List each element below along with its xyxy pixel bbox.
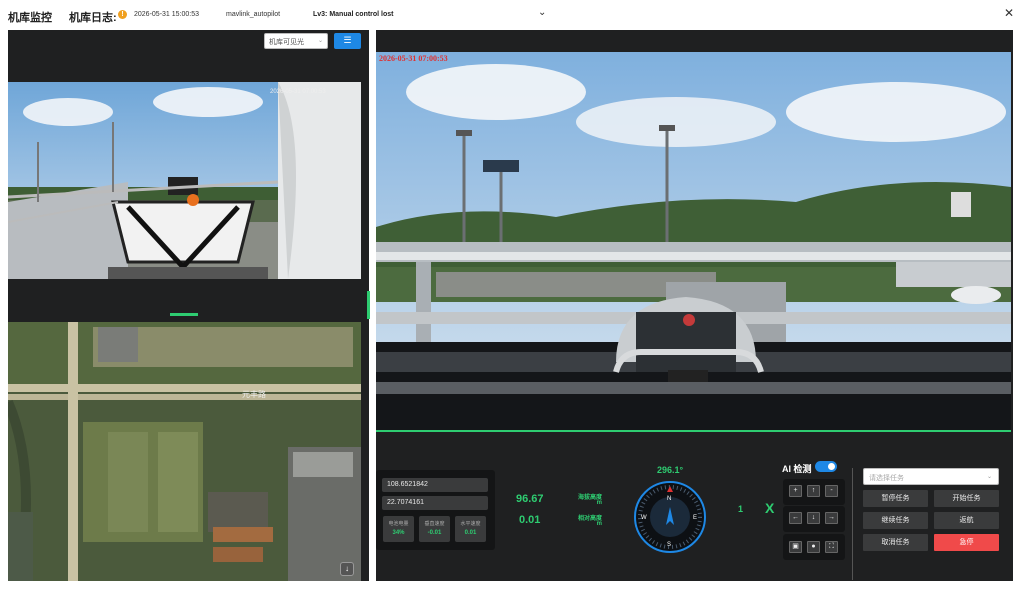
task-select-placeholder: 请选择任务 — [869, 475, 904, 482]
altitude-rel-value: 0.01 — [519, 514, 541, 526]
hangar-camera-view[interactable] — [8, 82, 361, 279]
top-bar: 机库监控 机库日志: ! 2026-05-31 15:00:53 mavlink… — [0, 0, 1024, 30]
hangar-camera-image — [8, 82, 361, 279]
altitude-sea-unit: m — [596, 500, 602, 506]
altitude-rel-unit: m — [596, 521, 602, 527]
svg-text:E: E — [693, 515, 697, 521]
battery-value: 34% — [392, 530, 405, 536]
warning-icon: ! — [118, 10, 127, 19]
log-source: mavlink_autopilot — [226, 11, 281, 18]
locate-icon: ↓ — [345, 564, 349, 573]
task-select[interactable]: 请选择任务 ⌄ — [863, 468, 999, 485]
horizontal-speed-stat: 水平速度 0.01 — [455, 516, 486, 542]
svg-text:W: W — [641, 515, 647, 521]
svg-text:N: N — [667, 496, 671, 502]
drone-camera-divider — [376, 430, 1011, 432]
camera-source-value: 机库可见光 — [269, 39, 304, 46]
compass-icon: N E S W — [634, 481, 706, 553]
vertical-speed-value: -0.01 — [427, 530, 442, 536]
page-title: 机库监控 — [8, 12, 52, 24]
map-image: 元丰路 — [8, 322, 361, 581]
svg-text:S: S — [667, 542, 671, 548]
map-locate-button[interactable]: ↓ — [340, 562, 354, 576]
drone-camera-image — [376, 52, 1011, 431]
pager-indicator[interactable] — [170, 313, 198, 316]
chevron-down-icon: ⌄ — [986, 474, 992, 480]
cancel-task-button[interactable]: 取消任务 — [863, 534, 928, 551]
gimbal-right-button[interactable]: → — [825, 512, 838, 524]
log-message: Lv3: Manual control lost — [313, 11, 394, 18]
gimbal-down-button[interactable]: ↓ — [807, 512, 820, 524]
satellite-map[interactable]: 元丰路 — [8, 322, 361, 581]
horizontal-speed-value: 0.01 — [464, 530, 477, 536]
camera-icon[interactable]: ▣ — [789, 541, 802, 553]
drone-camera-timestamp: 2026-05-31 07:00:53 — [379, 54, 448, 63]
log-time: 2026-05-31 15:00:53 — [134, 11, 199, 18]
fullscreen-icon[interactable]: ⛶ — [825, 541, 838, 553]
heading-readout: 296.1° — [657, 465, 684, 475]
vertical-speed-label: 垂直速度 — [424, 521, 445, 527]
chevron-down-icon: ⌄ — [317, 38, 323, 44]
altitude-sea-value: 96.67 — [516, 493, 544, 505]
chevron-down-icon[interactable]: ⌄ — [538, 7, 546, 18]
zoom-out-button[interactable]: - — [825, 485, 838, 497]
ai-detection-label: AI 检测 — [782, 464, 812, 474]
panel-resize-handle[interactable] — [367, 291, 370, 319]
controls-divider — [852, 468, 853, 580]
horizontal-speed-label: 水平速度 — [460, 521, 481, 527]
vertical-speed-stat: 垂直速度 -0.01 — [419, 516, 450, 542]
start-task-button[interactable]: 开始任务 — [934, 490, 999, 507]
longitude-field: 108.6521842 — [382, 478, 488, 492]
battery-label: 电池电量 — [388, 521, 409, 527]
ai-detection-toggle[interactable] — [815, 461, 837, 472]
menu-button[interactable]: ☰ — [334, 33, 361, 49]
hangar-camera-timestamp: 2026-05-31 07:00:53 — [270, 89, 326, 95]
gimbal-up-button[interactable]: ↑ — [807, 485, 820, 497]
latitude-field: 22.7074161 — [382, 496, 488, 510]
return-home-button[interactable]: 返航 — [934, 512, 999, 529]
mode-value: 1 — [738, 504, 744, 514]
camera-source-select[interactable]: 机库可见光 ⌄ — [264, 33, 328, 49]
resume-task-button[interactable]: 继续任务 — [863, 512, 928, 529]
drone-camera-view[interactable] — [376, 52, 1011, 431]
gimbal-left-button[interactable]: ← — [789, 512, 802, 524]
menu-icon: ☰ — [343, 35, 352, 45]
record-icon[interactable]: ● — [807, 541, 820, 553]
close-icon[interactable]: ✕ — [1004, 6, 1014, 20]
pause-task-button[interactable]: 暂停任务 — [863, 490, 928, 507]
battery-stat: 电池电量 34% — [383, 516, 414, 542]
map-road-label: 元丰路 — [242, 389, 266, 399]
log-label: 机库日志: — [69, 12, 117, 24]
emergency-stop-button[interactable]: 急停 — [934, 534, 999, 551]
mode-mark: X — [765, 500, 775, 516]
zoom-in-button[interactable]: + — [789, 485, 802, 497]
